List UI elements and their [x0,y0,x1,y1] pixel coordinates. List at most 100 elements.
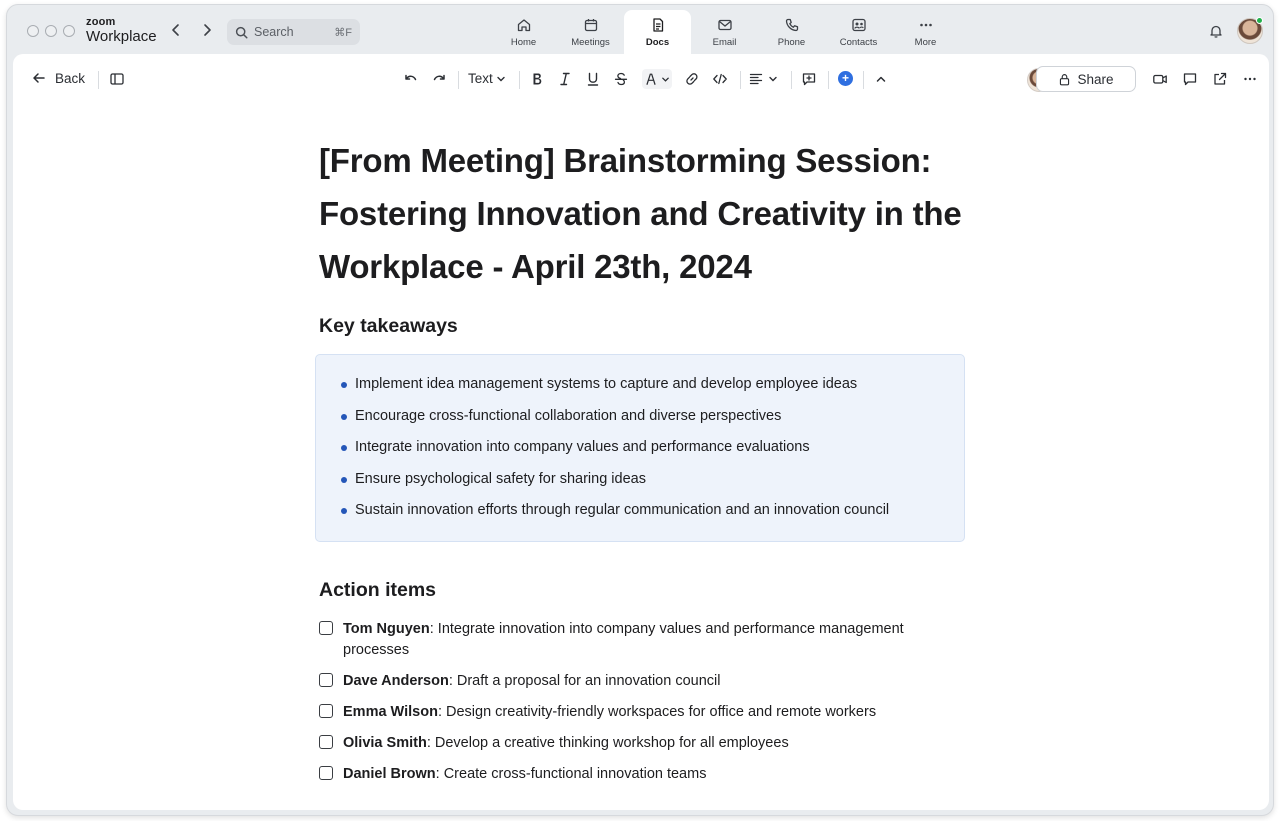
task-text[interactable]: Dave Anderson: Draft a proposal for an i… [343,671,943,692]
back-button[interactable]: Back [31,70,85,86]
redo-button[interactable] [431,71,447,87]
notifications-bell-icon[interactable] [1208,23,1224,39]
toolbar-divider [98,71,99,89]
tab-meetings-label: Meetings [571,37,610,48]
phone-icon [785,18,798,32]
text-color-dropdown[interactable] [642,69,672,89]
search-box[interactable]: Search ⌘F [227,19,360,45]
key-takeaways-heading[interactable]: Key takeaways [319,315,979,338]
link-button[interactable] [684,71,700,87]
toolbar-divider [863,71,864,89]
comments-button[interactable] [1182,71,1198,87]
search-placeholder: Search [254,25,294,39]
minimize-window-button[interactable] [45,25,57,37]
tab-docs[interactable]: Docs [624,10,691,55]
insert-button[interactable]: + [838,71,853,86]
more-options-button[interactable] [1242,71,1258,87]
calendar-icon [584,19,597,32]
alignment-dropdown[interactable] [748,71,778,87]
code-button[interactable] [712,71,728,87]
tab-more[interactable]: More [892,10,959,55]
action-item: Olivia Smith: Develop a creative thinkin… [319,733,979,754]
tab-phone-label: Phone [777,37,806,48]
document-body[interactable]: [From Meeting] Brainstorming Session: Fo… [315,134,979,795]
lock-icon [1060,73,1070,85]
tab-meetings[interactable]: Meetings [557,10,624,55]
task-text[interactable]: Tom Nguyen: Integrate innovation into co… [343,619,943,661]
list-item[interactable]: Integrate innovation into company values… [316,432,964,464]
bold-icon [533,73,542,85]
contacts-icon [851,18,866,32]
tab-home[interactable]: Home [490,10,557,55]
task-checkbox[interactable] [319,672,333,687]
underline-icon [587,72,599,86]
search-icon [235,26,248,39]
list-item[interactable]: Sustain innovation efforts through regul… [316,495,964,527]
chevron-up-icon [876,76,886,82]
task-description: : Design creativity-friendly workspaces … [437,703,877,720]
tab-more-label: More [914,37,937,48]
close-window-button[interactable] [27,25,39,37]
chevron-right-icon[interactable] [199,22,215,38]
more-icon [919,23,932,27]
align-left-icon [749,73,763,85]
external-link-icon [1214,72,1227,85]
zoom-window-button[interactable] [63,25,75,37]
underline-button[interactable] [585,71,601,87]
document-icon [652,18,663,32]
online-status-dot [1256,17,1263,24]
plus-circle-icon: + [838,71,853,86]
action-item: Daniel Brown: Create cross-functional in… [319,764,979,785]
task-checkbox[interactable] [319,765,333,780]
action-item: Dave Anderson: Draft a proposal for an i… [319,671,979,692]
toolbar-divider [791,71,792,89]
task-owner: Tom Nguyen [343,620,430,637]
more-horizontal-icon [1244,77,1256,81]
bold-button[interactable] [529,71,545,87]
action-items-heading[interactable]: Action items [319,579,979,602]
takeaways-list: Implement idea management systems to cap… [316,369,964,527]
add-comment-button[interactable] [801,71,817,87]
task-checkbox[interactable] [319,734,333,749]
chevron-left-icon[interactable] [168,22,184,38]
redo-icon [433,74,445,81]
toggle-sidebar-button[interactable] [109,71,125,87]
doc-content-area: Back Text + Share [From Meeting] Brainst… [13,54,1269,810]
tab-email[interactable]: Email [691,10,758,55]
app-tabs: Home Meetings Docs Email Phone Contacts [490,10,959,55]
comment-icon [1183,73,1197,86]
takeaways-callout[interactable]: Implement idea management systems to cap… [315,354,965,542]
window-controls [27,25,75,37]
task-text[interactable]: Emma Wilson: Design creativity-friendly … [343,702,943,723]
task-checkbox[interactable] [319,620,333,635]
video-button[interactable] [1152,71,1168,87]
arrow-left-icon [33,73,45,83]
strikethrough-button[interactable] [613,71,629,87]
toolbar-divider [740,71,741,89]
task-owner: Dave Anderson [343,672,449,689]
undo-button[interactable] [403,71,419,87]
task-checkbox[interactable] [319,703,333,718]
strikethrough-icon [614,72,628,86]
list-item[interactable]: Implement idea management systems to cap… [316,369,964,401]
tab-docs-label: Docs [645,37,670,48]
text-style-dropdown[interactable]: Text [468,71,506,86]
list-item[interactable]: Encourage cross-functional collaboration… [316,401,964,433]
video-camera-icon [1153,74,1167,84]
action-item: Tom Nguyen: Integrate innovation into co… [319,619,979,661]
task-owner: Emma Wilson [343,703,438,720]
share-button[interactable]: Share [1036,66,1136,92]
logo-brand: zoom [86,16,116,28]
home-icon [517,19,530,32]
task-text[interactable]: Olivia Smith: Develop a creative thinkin… [343,733,943,754]
list-item[interactable]: Ensure psychological safety for sharing … [316,464,964,496]
italic-button[interactable] [557,71,573,87]
collapse-toolbar-button[interactable] [873,71,889,87]
undo-icon [405,74,417,81]
task-text[interactable]: Daniel Brown: Create cross-functional in… [343,764,943,785]
italic-icon [560,72,570,86]
tab-phone[interactable]: Phone [758,10,825,55]
open-external-button[interactable] [1212,71,1228,87]
tab-contacts[interactable]: Contacts [825,10,892,55]
document-title[interactable]: [From Meeting] Brainstorming Session: Fo… [319,134,979,293]
